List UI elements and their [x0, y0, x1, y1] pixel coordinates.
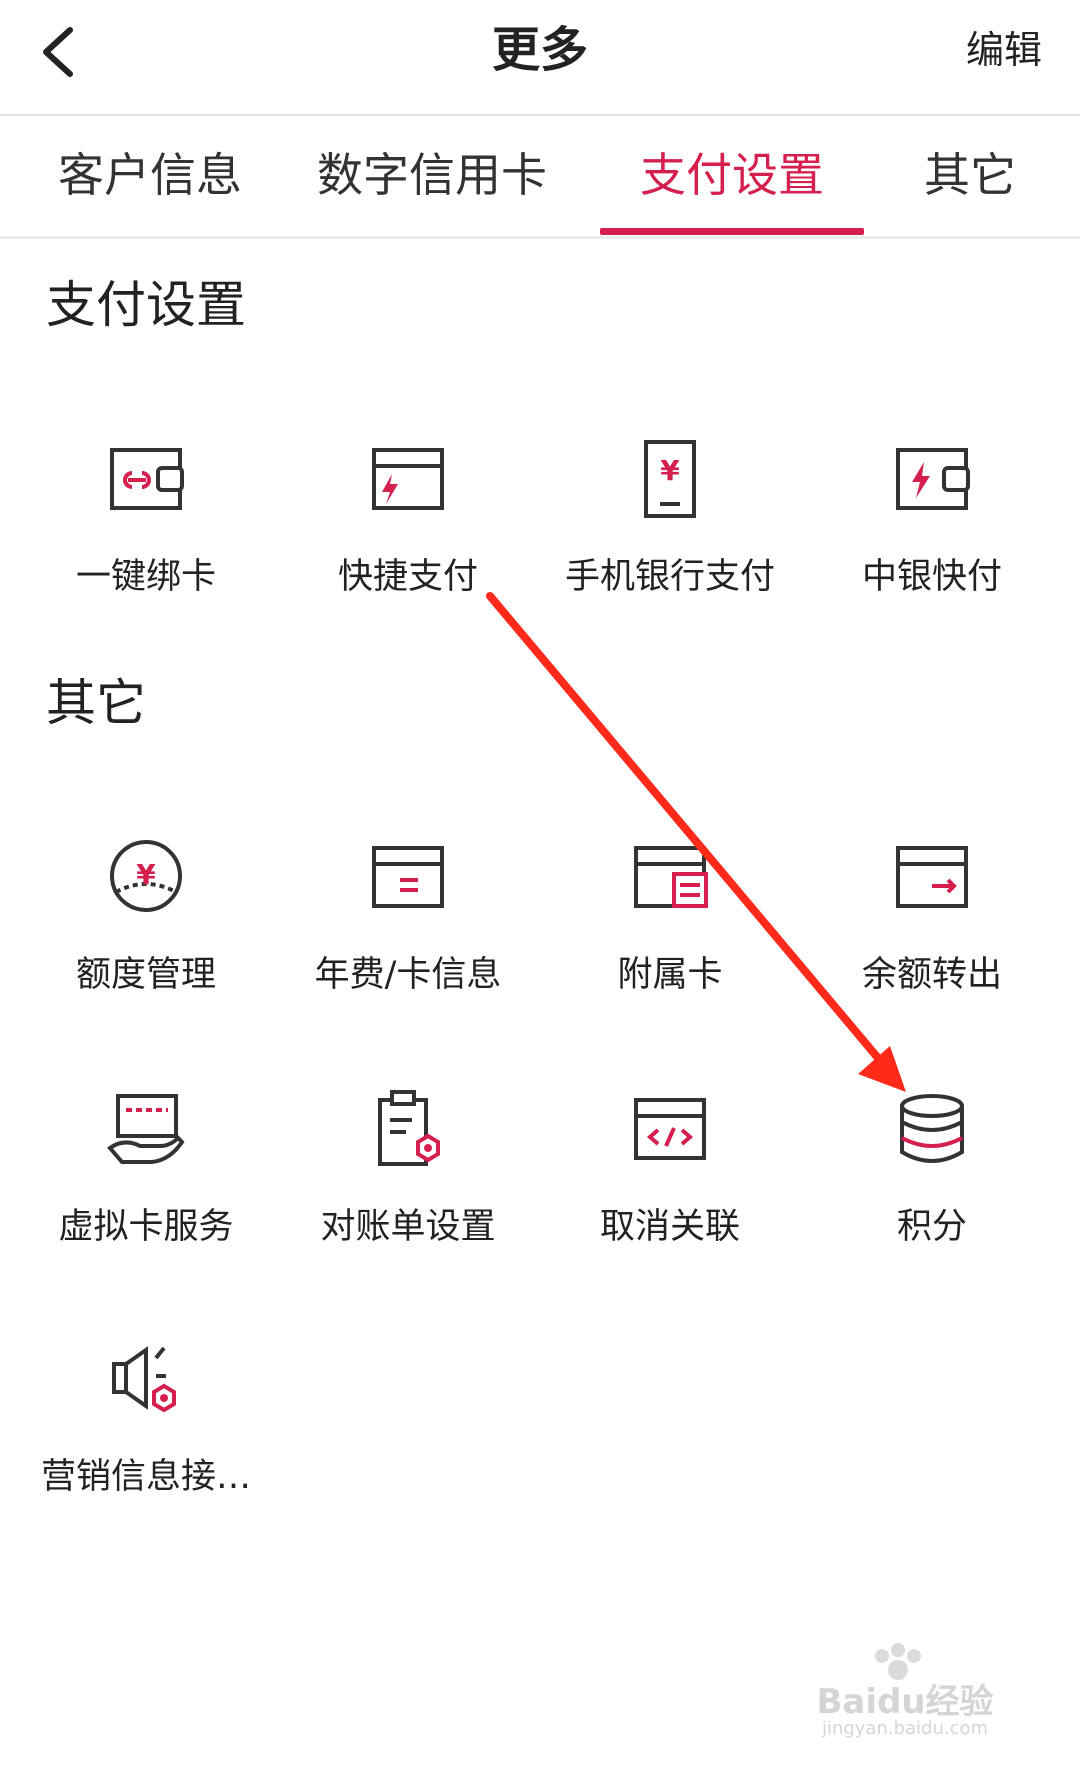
- coin-stack-icon: [900, 1094, 964, 1163]
- phone-yuan-icon: ¥: [644, 440, 696, 518]
- tab-other[interactable]: 其它: [910, 140, 1030, 210]
- menu-item-unlink[interactable]: 取消关联: [538, 1090, 802, 1290]
- menu-item-label: 一键绑卡: [75, 557, 216, 597]
- menu-item-annual-fee-card-info[interactable]: 年费/卡信息: [276, 838, 540, 1038]
- menu-item-label: 手机银行支付: [564, 557, 775, 597]
- menu-item-label: 余额转出: [861, 955, 1002, 995]
- card-lightning-icon: [372, 448, 444, 510]
- menu-item-virtual-card-service[interactable]: 虚拟卡服务: [14, 1090, 278, 1290]
- menu-item-label: 快捷支付: [337, 557, 478, 597]
- menu-item-label: 中银快付: [861, 557, 1002, 597]
- menu-item-balance-transfer-out[interactable]: 余额转出: [800, 838, 1064, 1038]
- category-tabs: 客户信息 数字信用卡 支付设置 其它: [0, 116, 1080, 239]
- tab-payment-settings[interactable]: 支付设置: [620, 140, 844, 210]
- navigation-bar: 更多 编辑: [0, 0, 1080, 116]
- menu-item-label: 年费/卡信息: [314, 955, 502, 995]
- menu-item-supplementary-card[interactable]: 附属卡: [538, 838, 802, 1038]
- menu-item-boc-quick-pay[interactable]: 中银快付: [800, 440, 1064, 640]
- svg-text:¥: ¥: [136, 858, 156, 891]
- wallet-lightning-icon: [896, 448, 970, 510]
- menu-item-label: 积分: [896, 1207, 967, 1247]
- statement-settings-icon: [378, 1090, 440, 1166]
- tab-customer-info[interactable]: 客户信息: [50, 140, 250, 210]
- card-transfer-out-icon: [896, 846, 968, 908]
- hand-card-icon: [107, 1094, 185, 1164]
- menu-item-mobile-banking-pay[interactable]: ¥ 手机银行支付: [538, 440, 802, 640]
- menu-item-label: 附属卡: [617, 955, 723, 995]
- card-code-icon: [634, 1098, 706, 1160]
- watermark-text: Baidu经验: [816, 1682, 994, 1722]
- speaker-settings-icon: [112, 1346, 176, 1413]
- watermark: Baidu经验 jingyan.baidu.com: [790, 1634, 1020, 1744]
- menu-item-label: 取消关联: [599, 1207, 740, 1247]
- menu-item-one-click-bind[interactable]: 一键绑卡: [14, 440, 278, 640]
- menu-item-credit-limit[interactable]: ¥ 额度管理: [14, 838, 278, 1038]
- svg-text:¥: ¥: [660, 454, 680, 487]
- card-info-icon: [372, 846, 444, 908]
- supplementary-card-icon: [634, 846, 708, 908]
- wallet-link-icon: [110, 448, 184, 510]
- tab-digital-credit-card[interactable]: 数字信用卡: [312, 140, 552, 210]
- active-tab-indicator: [600, 228, 864, 235]
- page-title: 更多: [491, 22, 588, 78]
- watermark-subtext: jingyan.baidu.com: [821, 1718, 989, 1739]
- section-title-payment: 支付设置: [46, 276, 246, 334]
- menu-item-label: 营销信息接…: [40, 1457, 251, 1497]
- menu-item-label: 额度管理: [75, 955, 216, 995]
- yuan-gauge-icon: ¥: [110, 840, 182, 912]
- menu-item-quick-pay[interactable]: 快捷支付: [276, 440, 540, 640]
- menu-item-label: 虚拟卡服务: [58, 1207, 234, 1247]
- edit-button[interactable]: 编辑: [966, 22, 1042, 78]
- menu-item-label: 对账单设置: [320, 1207, 496, 1247]
- menu-item-statement-settings[interactable]: 对账单设置: [276, 1090, 540, 1290]
- section-title-other: 其它: [46, 674, 146, 732]
- menu-item-points[interactable]: 积分: [800, 1090, 1064, 1290]
- menu-item-marketing-info[interactable]: 营销信息接…: [14, 1340, 278, 1540]
